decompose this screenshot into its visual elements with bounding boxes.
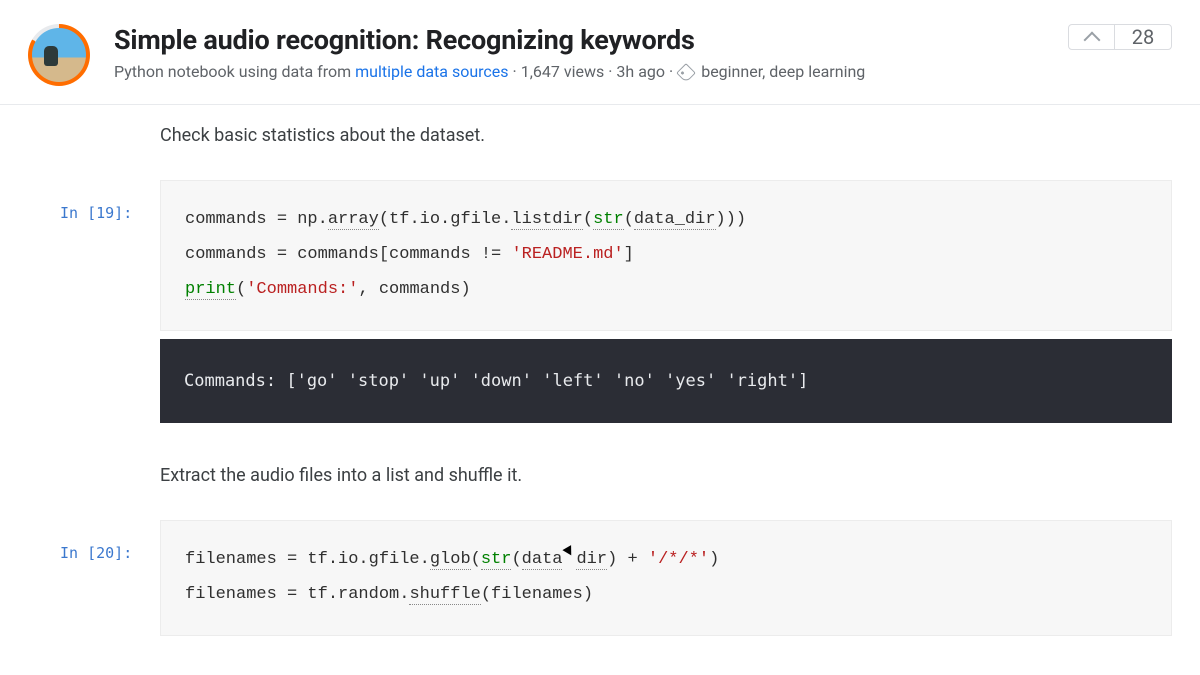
code-token: str [481, 550, 512, 570]
code-token: shuffle [409, 585, 480, 605]
code-token: ( [583, 210, 593, 229]
code-token: commands = np. [185, 210, 328, 229]
vote-count: 28 [1115, 25, 1171, 49]
notebook-header: Simple audio recognition: Recognizing ke… [0, 0, 1200, 105]
avatar-ring[interactable] [28, 24, 90, 86]
code-token: (filenames) [481, 585, 593, 604]
notebook-meta: Python notebook using data from multiple… [114, 62, 1052, 81]
meta-views: 1,647 views [521, 62, 605, 81]
code-token: ] [624, 245, 634, 264]
vote-widget: 28 [1068, 24, 1172, 50]
code-token: , commands) [358, 280, 470, 299]
tag-icon [676, 63, 696, 83]
cell-prompt: In [20]: [60, 544, 132, 562]
code-token: ( [511, 550, 521, 569]
code-cell-20: In [20]: filenames = tf.io.gfile.glob(st… [160, 520, 1172, 636]
data-sources-link[interactable]: multiple data sources [355, 62, 508, 81]
meta-sep: · [669, 62, 673, 81]
code-token: ))) [716, 210, 747, 229]
code-token: filenames = tf.io.gfile. [185, 550, 430, 569]
prose-paragraph: Check basic statistics about the dataset… [160, 125, 1172, 146]
meta-time: 3h ago [616, 62, 665, 81]
code-token: dir [576, 550, 607, 570]
notebook-content: Check basic statistics about the dataset… [0, 125, 1200, 636]
code-token: str [593, 210, 624, 230]
meta-tags: beginner, deep learning [701, 62, 865, 81]
upvote-button[interactable] [1069, 25, 1115, 49]
code-token: ( [236, 280, 246, 299]
code-token: 'README.md' [511, 245, 623, 264]
code-token: ( [471, 550, 481, 569]
code-token: (tf.io.gfile. [379, 210, 512, 229]
code-token: data_dir [634, 210, 716, 230]
meta-sep: · [608, 62, 612, 81]
code-token: ) [709, 550, 719, 569]
code-input[interactable]: filenames = tf.io.gfile.glob(str(datadir… [160, 520, 1172, 636]
cell-prompt: In [19]: [60, 204, 132, 222]
chevron-up-icon [1083, 31, 1100, 48]
code-token: data [522, 550, 563, 570]
meta-sep: · [513, 62, 517, 81]
code-token: filenames = tf.random. [185, 585, 409, 604]
code-token: array [328, 210, 379, 230]
meta-prefix: Python notebook using data from [114, 62, 351, 81]
user-avatar [32, 28, 86, 82]
code-token: ) + [607, 550, 648, 569]
code-token: ( [624, 210, 634, 229]
prose-paragraph: Extract the audio files into a list and … [160, 465, 1172, 486]
code-token: listdir [511, 210, 582, 230]
code-cell-19: In [19]: commands = np.array(tf.io.gfile… [160, 180, 1172, 331]
code-token: '/*/*' [648, 550, 709, 569]
code-token: glob [430, 550, 471, 570]
code-token: commands = commands[commands != [185, 245, 511, 264]
code-input[interactable]: commands = np.array(tf.io.gfile.listdir(… [160, 180, 1172, 331]
title-block: Simple audio recognition: Recognizing ke… [114, 24, 1052, 81]
code-token: 'Commands:' [246, 280, 358, 299]
cursor-icon [562, 547, 576, 565]
code-output: Commands: ['go' 'stop' 'up' 'down' 'left… [160, 339, 1172, 424]
code-token: print [185, 280, 236, 300]
notebook-title: Simple audio recognition: Recognizing ke… [114, 24, 1052, 56]
